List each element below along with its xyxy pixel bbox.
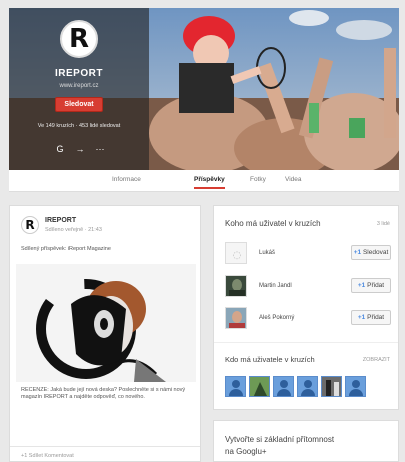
follow-button-label: Sledovat (64, 101, 94, 108)
post-shared-line: Sdílený příspěvek: iReport Magazine (21, 246, 111, 252)
post-author-avatar[interactable]: R (21, 216, 39, 234)
followers-view-all[interactable]: ZOBRAZIT (363, 357, 390, 363)
profile-url[interactable]: www.ireport.cz (9, 83, 149, 89)
post-author-name[interactable]: IREPORT (45, 217, 76, 224)
profile-action-icons: G → ⋯ (53, 142, 113, 156)
add-person-button[interactable]: +1 Přidat (351, 278, 391, 293)
person-avatar[interactable] (225, 307, 247, 329)
followers-heading: Kdo má uživatele v kruzích (225, 355, 315, 364)
circles-card: Koho má uživatel v kruzích 3 lidé ◌ Luká… (213, 205, 399, 410)
post-card: R IREPORT Sdíleno veřejně · 21:43 Sdílen… (9, 205, 201, 462)
post-body-text: RECENZE: Jaká bude její nová deska? Posl… (21, 387, 186, 400)
follower-avatar[interactable] (297, 376, 318, 397)
post-actions[interactable]: +1 Sdílet Komentovat (21, 453, 74, 459)
profile-logo: R (60, 20, 98, 58)
person-avatar-image (226, 308, 246, 328)
profile-tab-bar: Informace Příspěvky Fotky Videa (9, 170, 399, 192)
person-avatar[interactable]: ◌ (225, 242, 247, 264)
google-plus-icon[interactable]: G (53, 142, 67, 156)
add-person-label: Přidat (367, 282, 385, 289)
person-row: ◌ Lukáš +1 Sledovat (225, 242, 391, 266)
profile-panel: R IREPORT www.ireport.cz Sledovat Ve 149… (9, 8, 149, 170)
follower-avatar[interactable] (321, 376, 342, 397)
person-name[interactable]: Lukáš (259, 250, 275, 256)
follower-photo (250, 377, 269, 396)
person-avatar[interactable] (225, 275, 247, 297)
plus-icon: +1 (357, 282, 366, 289)
logo-r-icon: R (25, 218, 35, 232)
share-arrow-icon[interactable]: → (73, 142, 87, 156)
followers-avatar-strip (225, 376, 391, 400)
post-image[interactable] (16, 264, 196, 382)
tab-posts[interactable]: Příspěvky (194, 176, 225, 189)
card-divider (214, 342, 398, 343)
profile-circles-info[interactable]: Ve 149 kruzích · 453 lidé sledovat (9, 123, 149, 129)
person-name[interactable]: Martin Jandl (259, 283, 292, 289)
promo-card[interactable]: Vytvořte si základní přítomnost na Googl… (213, 420, 399, 462)
follow-person-label: Sledovat (362, 249, 389, 256)
post-meta: Sdíleno veřejně · 21:43 (45, 227, 102, 233)
person-avatar-image (226, 276, 246, 296)
tab-info[interactable]: Informace (112, 176, 141, 183)
follower-avatar[interactable] (273, 376, 294, 397)
plus-icon: +1 (357, 314, 366, 321)
person-avatar-image: ◌ (226, 243, 246, 263)
logo-r-icon: R (68, 24, 90, 54)
svg-text:◌: ◌ (233, 250, 242, 261)
plus-icon: +1 (353, 249, 362, 256)
post-divider (10, 446, 200, 447)
profile-name: IREPORT (55, 68, 103, 79)
follower-avatar[interactable] (225, 376, 246, 397)
follower-photo (322, 377, 341, 396)
add-person-button[interactable]: +1 Přidat (351, 310, 391, 325)
tab-photos[interactable]: Fotky (250, 176, 266, 183)
person-row: Aleš Pokorný +1 Přidat (225, 307, 391, 331)
person-row: Martin Jandl +1 Přidat (225, 275, 391, 299)
follow-button[interactable]: Sledovat (55, 97, 103, 112)
circles-count[interactable]: 3 lidé (377, 221, 390, 227)
promo-text: Vytvořte si základní přítomnost na Googl… (225, 435, 335, 456)
add-person-label: Přidat (367, 314, 385, 321)
follower-avatar[interactable] (345, 376, 366, 397)
follower-avatar[interactable] (249, 376, 270, 397)
more-options-icon[interactable]: ⋯ (93, 142, 107, 156)
circles-heading: Koho má uživatel v kruzích (225, 219, 321, 228)
follow-person-button[interactable]: +1 Sledovat (351, 245, 391, 260)
cover-area: R IREPORT www.ireport.cz Sledovat Ve 149… (9, 8, 399, 170)
tab-videos[interactable]: Videa (285, 176, 302, 183)
person-name[interactable]: Aleš Pokorný (259, 315, 294, 321)
